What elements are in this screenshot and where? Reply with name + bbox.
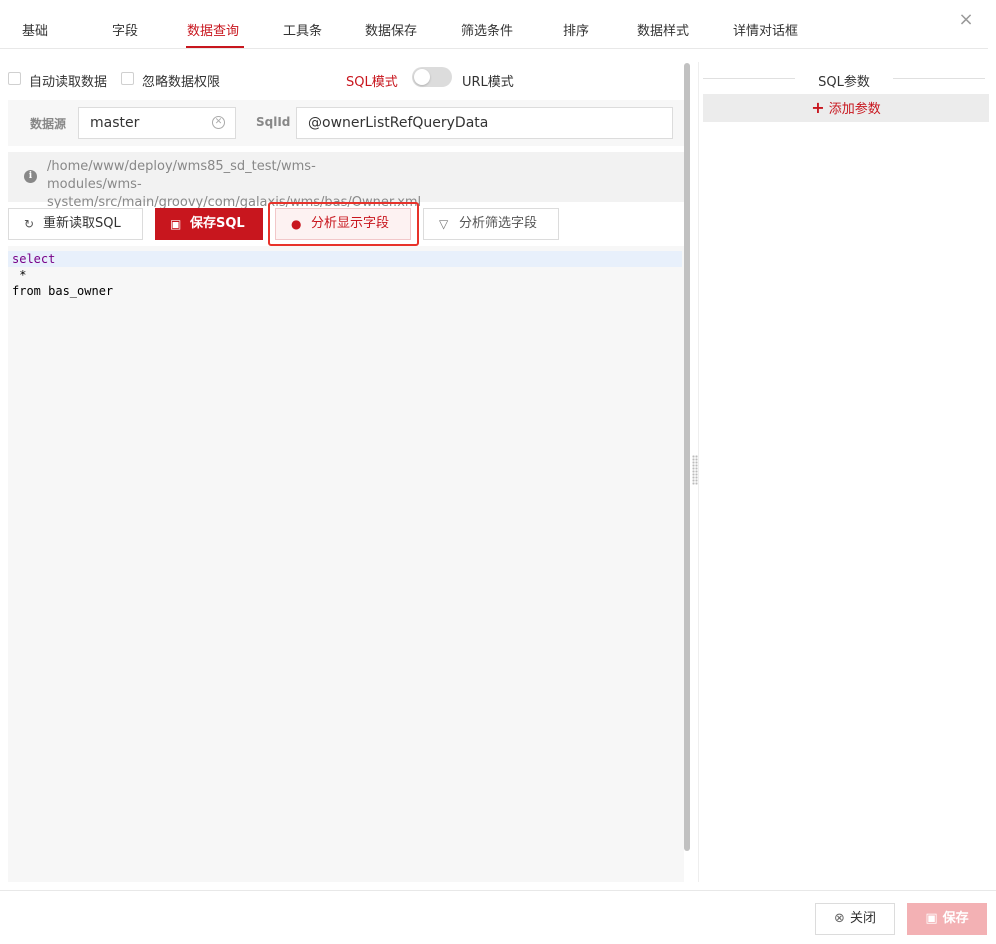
active-tab-indicator — [186, 46, 244, 48]
info-icon: i — [24, 170, 37, 183]
tab-data-save[interactable]: 数据保存 — [365, 20, 417, 39]
url-mode-label: URL模式 — [462, 75, 514, 90]
editor-scrollbar[interactable] — [684, 63, 690, 851]
plus-icon: + — [811, 98, 825, 117]
auto-read-checkbox[interactable] — [8, 72, 21, 85]
save-sql-button[interactable]: ▣ 保存SQL — [155, 208, 263, 240]
sqlid-label: SqlId — [256, 115, 291, 129]
tab-bar: 基础 字段 数据查询 工具条 数据保存 筛选条件 排序 数据样式 详情对话框 — [0, 0, 988, 49]
tab-detail-dialog[interactable]: 详情对话框 — [733, 20, 798, 39]
save-icon: ▣ — [925, 911, 938, 926]
tab-toolbar[interactable]: 工具条 — [283, 20, 322, 39]
analyze-filter-fields-button[interactable]: ▽ 分析筛选字段 — [423, 208, 559, 240]
code-line: select — [8, 251, 682, 267]
bulb-icon: ● — [291, 217, 302, 231]
datasource-row: 数据源 master ✕ SqlId @ownerListRefQueryDat… — [8, 100, 684, 146]
filter-icon: ▽ — [439, 217, 449, 231]
datasource-select[interactable]: master ✕ — [78, 107, 236, 139]
save-icon: ▣ — [170, 217, 182, 231]
datasource-label: 数据源 — [30, 117, 67, 131]
close-icon[interactable]: × — [957, 11, 975, 29]
query-config-panel: 自动读取数据 忽略数据权限 SQL模式 URL模式 数据源 master ✕ S… — [0, 62, 684, 882]
tab-data-style[interactable]: 数据样式 — [637, 20, 689, 39]
sql-file-path-info: i /home/www/deploy/wms85_sd_test/wms-mod… — [8, 152, 684, 210]
tab-fields[interactable]: 字段 — [112, 20, 138, 39]
code-line: * — [12, 268, 27, 282]
sql-mode-label: SQL模式 — [346, 75, 398, 90]
sql-params-panel: SQL参数 + 添加参数 — [698, 62, 989, 882]
options-row: 自动读取数据 忽略数据权限 SQL模式 URL模式 — [8, 67, 678, 90]
dialog-footer: ⊗ 关闭 ▣ 保存 — [0, 890, 996, 944]
reload-sql-button[interactable]: ↻ 重新读取SQL — [8, 208, 143, 240]
save-button[interactable]: ▣ 保存 — [907, 903, 987, 935]
tab-basic[interactable]: 基础 — [22, 20, 48, 39]
ignore-permission-checkbox[interactable] — [121, 72, 134, 85]
datasource-value: master — [90, 115, 140, 131]
tab-sort[interactable]: 排序 — [563, 20, 589, 39]
clear-icon[interactable]: ✕ — [212, 116, 225, 129]
close-button[interactable]: ⊗ 关闭 — [815, 903, 895, 935]
analyze-display-fields-button[interactable]: ● 分析显示字段 — [275, 208, 411, 240]
toggle-knob — [414, 69, 430, 85]
sqlid-input[interactable]: @ownerListRefQueryData — [296, 107, 673, 139]
auto-read-label: 自动读取数据 — [29, 75, 108, 90]
add-param-button[interactable]: + 添加参数 — [703, 94, 989, 122]
tab-data-query[interactable]: 数据查询 — [187, 20, 239, 39]
refresh-icon: ↻ — [24, 217, 35, 231]
sql-code-editor[interactable]: select * from bas_owner — [8, 246, 684, 882]
tab-filter-conditions[interactable]: 筛选条件 — [461, 20, 513, 39]
sql-params-title: SQL参数 — [818, 75, 870, 90]
code-line: from bas_owner — [12, 284, 114, 298]
ignore-permission-label: 忽略数据权限 — [142, 75, 221, 90]
close-circle-icon: ⊗ — [834, 911, 845, 926]
mode-toggle-switch[interactable] — [412, 67, 452, 87]
